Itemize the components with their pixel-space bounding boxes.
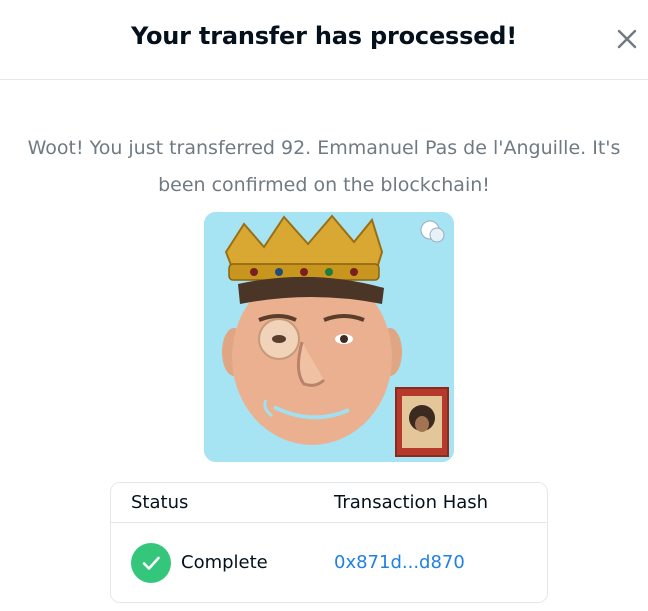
modal-title: Your transfer has processed!	[130, 22, 518, 50]
transaction-hash-link[interactable]: 0x871d...d870	[334, 552, 465, 573]
check-circle-icon	[131, 543, 171, 583]
close-button[interactable]	[612, 24, 642, 54]
message-line-2: been confirmed on the blockchain!	[158, 174, 490, 196]
nft-image	[204, 212, 454, 462]
transfer-complete-modal: Your transfer has processed! Woot! You j…	[0, 0, 648, 611]
close-icon	[617, 29, 637, 49]
status-column-header: Status	[131, 492, 189, 513]
transaction-status-table: Status Transaction Hash Complete 0x871d.…	[110, 482, 548, 603]
status-label: Complete	[181, 552, 268, 573]
message-line-1: Woot! You just transferred 92. Emmanuel …	[27, 137, 621, 159]
nft-artwork	[204, 212, 454, 462]
table-header: Status Transaction Hash	[111, 483, 547, 523]
transaction-hash-column-header: Transaction Hash	[334, 492, 489, 513]
confirmation-message: Woot! You just transferred 92. Emmanuel …	[20, 130, 628, 204]
modal-header: Your transfer has processed!	[0, 0, 648, 80]
